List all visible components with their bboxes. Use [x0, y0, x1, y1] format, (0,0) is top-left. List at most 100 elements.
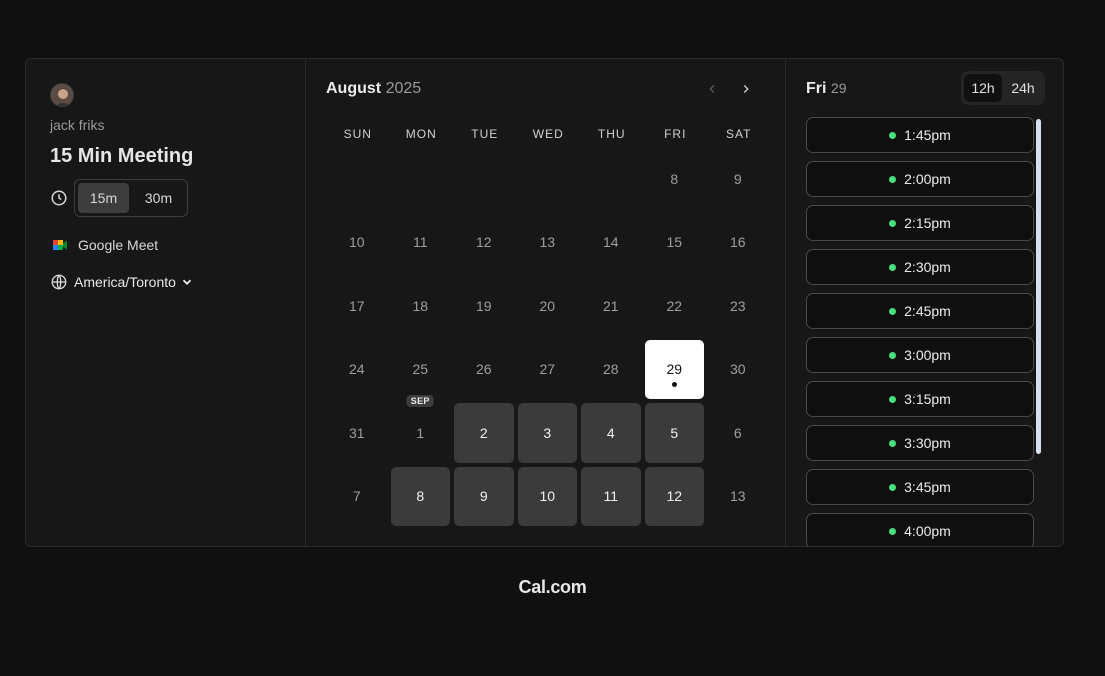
format-24h-button[interactable]: 24h: [1004, 74, 1042, 102]
day-cell-disabled: 9: [708, 149, 768, 209]
day-cell-disabled: 10: [327, 213, 387, 273]
day-number: 23: [729, 297, 746, 314]
day-cell-available[interactable]: 3: [517, 403, 577, 463]
timeslot-label: 3:45pm: [904, 479, 951, 495]
time-format-toggle: 12h 24h: [961, 71, 1045, 105]
timezone-selector[interactable]: America/Toronto: [50, 273, 194, 291]
availability-dot: [889, 483, 897, 491]
timeslot-button[interactable]: 3:15pm: [806, 381, 1034, 417]
day-cell-available[interactable]: 12: [644, 466, 704, 526]
day-cell-available[interactable]: 5: [644, 403, 704, 463]
timeslot-button[interactable]: 1:45pm: [806, 117, 1034, 153]
day-number: 5: [670, 424, 679, 441]
day-number: 7: [352, 488, 361, 505]
day-number: 14: [602, 234, 619, 251]
availability-dot: [889, 175, 897, 183]
host-name: jack friks: [50, 117, 105, 133]
day-number: 21: [602, 297, 619, 314]
availability-dot: [889, 527, 897, 535]
timeslot-label: 3:30pm: [904, 435, 951, 451]
timeslot-button[interactable]: 3:45pm: [806, 469, 1034, 505]
availability-dot: [889, 351, 897, 359]
day-cell-available[interactable]: 11: [581, 466, 641, 526]
day-cell-disabled: 15: [645, 213, 705, 273]
selected-day-of-week: Fri: [806, 80, 827, 97]
day-number: 10: [348, 234, 365, 251]
day-cell-disabled: 12: [454, 213, 514, 273]
duration-30m-button[interactable]: 30m: [133, 183, 184, 213]
day-number: 18: [412, 297, 429, 314]
format-12h-button[interactable]: 12h: [964, 74, 1002, 102]
availability-dot: [889, 263, 897, 271]
day-cell-disabled: 13: [708, 467, 768, 527]
weekday-label: MON: [405, 127, 437, 141]
day-cell-available[interactable]: 4: [581, 403, 641, 463]
day-number: 8: [670, 170, 679, 187]
day-number: 12: [475, 234, 492, 251]
timeslot-button[interactable]: 2:45pm: [806, 293, 1034, 329]
day-cell-disabled: 31: [327, 403, 387, 463]
day-number: 20: [539, 297, 556, 314]
timeslot-button[interactable]: 3:30pm: [806, 425, 1034, 461]
day-number: 4: [606, 424, 615, 441]
day-cell-selected[interactable]: 29: [644, 339, 704, 399]
day-number: 15: [666, 234, 683, 251]
day-cell-disabled: 23: [708, 276, 768, 336]
timeslot-button[interactable]: 4:00pm: [806, 513, 1034, 546]
duration-15m-button[interactable]: 15m: [78, 183, 129, 213]
weekday-label: FRI: [664, 127, 687, 141]
day-cell-disabled: 8: [645, 149, 705, 209]
timeslot-button[interactable]: 3:00pm: [806, 337, 1034, 373]
day-cell-disabled: 1 SEP: [391, 395, 451, 463]
day-number: 11: [412, 234, 428, 251]
day-number: 27: [539, 361, 556, 378]
day-cell-disabled: 28: [581, 340, 641, 400]
chevron-right-icon: [743, 85, 749, 93]
chevron-down-icon: [182, 279, 192, 285]
day-cell-available[interactable]: 2: [454, 403, 514, 463]
weekday-label: TUE: [471, 127, 499, 141]
prev-month-button[interactable]: [702, 79, 722, 99]
calendar-panel: August 2025 SUN MON TUE WED THU FRI SAT 8 9 10 11…: [306, 59, 786, 546]
day-number: 26: [475, 361, 492, 378]
timeslot-button[interactable]: 2:15pm: [806, 205, 1034, 241]
timeslot-button[interactable]: 2:30pm: [806, 249, 1034, 285]
event-info-panel: jack friks 15 Min Meeting 15m 30m Google…: [26, 59, 306, 546]
day-cell-disabled: 27: [518, 340, 578, 400]
day-cell-available[interactable]: 9: [454, 466, 514, 526]
day-cell-disabled: 19: [454, 276, 514, 336]
availability-dot: [889, 131, 897, 139]
day-cell-disabled: 25: [391, 340, 451, 400]
selected-day-number: 29: [830, 80, 847, 96]
day-cell-disabled: 16: [708, 213, 768, 273]
day-number: 8: [416, 488, 425, 505]
availability-dot: [889, 219, 897, 227]
weekday-label: SUN: [343, 127, 372, 141]
day-cell-available[interactable]: 8: [390, 466, 450, 526]
day-number: 13: [539, 234, 556, 251]
google-meet-icon: [53, 240, 67, 250]
day-number: 2: [479, 424, 488, 441]
day-cell-disabled: 17: [327, 276, 387, 336]
day-number: 24: [348, 361, 365, 378]
day-cell-disabled: 6: [708, 403, 768, 463]
timeslot-button[interactable]: 2:00pm: [806, 161, 1034, 197]
day-cell-disabled: 30: [708, 340, 768, 400]
day-cell-disabled: 20: [518, 276, 578, 336]
day-number: 3: [543, 424, 552, 441]
timeslot-scrollbar[interactable]: [1036, 119, 1041, 454]
day-cell-disabled: 14: [581, 213, 641, 273]
next-month-button[interactable]: [736, 79, 756, 99]
timeslot-list: 1:45pm 2:00pm 2:15pm 2:30pm 2:45pm 3:00pm 3:15…: [806, 117, 1034, 546]
day-cell-available[interactable]: 10: [517, 466, 577, 526]
empty-day-cell: [391, 149, 451, 209]
availability-dot: [889, 395, 897, 403]
timeslot-label: 4:00pm: [904, 523, 951, 539]
brand-logo: Cal.com: [518, 577, 587, 597]
day-number: 11: [603, 488, 619, 505]
day-grid: 8 9 10 11 12 13 14 15 16 17 18 19 20 21 22 23 24 25 26 27 28…: [327, 149, 768, 526]
day-cell-disabled: 11: [391, 213, 451, 273]
empty-day-cell: [327, 149, 387, 209]
timeslot-label: 3:15pm: [904, 391, 951, 407]
day-cell-disabled: 7: [327, 467, 387, 527]
